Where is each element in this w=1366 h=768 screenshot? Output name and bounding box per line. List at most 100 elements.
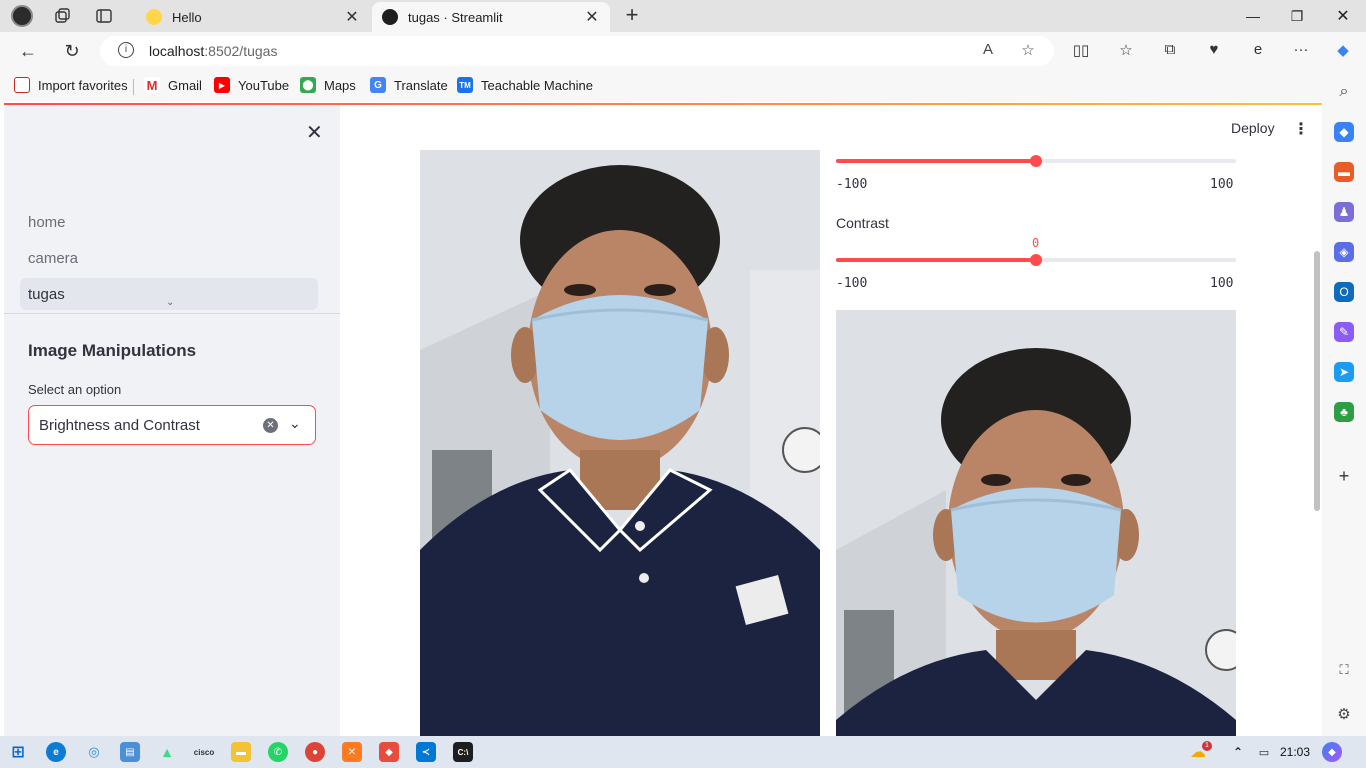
streamlit-sidebar: ✕ home camera tugas ⌄ Image Manipulation… — [4, 105, 340, 736]
close-sidebar-icon[interactable]: ✕ — [306, 120, 323, 145]
close-window-icon[interactable]: ✕ — [1320, 0, 1366, 32]
clear-selection-icon[interactable]: ✕ — [263, 418, 278, 433]
games-icon[interactable]: ♟ — [1334, 202, 1354, 222]
teachable-machine-icon: TM — [457, 77, 473, 93]
url-path: :8502/tugas — [204, 43, 278, 59]
tab-tugas[interactable]: tugas · Streamlit ✕ — [372, 2, 610, 32]
bookmark-label: YouTube — [238, 77, 290, 93]
main-menu-icon[interactable]: ⋮ — [1293, 119, 1309, 139]
expand-nav-chevron-icon[interactable]: ⌄ — [166, 297, 174, 308]
xampp-icon[interactable]: ✕ — [342, 742, 362, 762]
windows-taskbar: ⊞ e ◎ ▤ ▲ cisco ▬ ✆ ● ✕ ◆ ≺ C:\ ☁ 1 ⌃ ▭ … — [0, 736, 1366, 768]
restore-icon[interactable]: ❐ — [1274, 0, 1320, 32]
clock-time[interactable]: 21:03 — [1280, 745, 1310, 759]
browser-essentials-icon[interactable]: ♥ — [1203, 41, 1225, 61]
slider-min-label: -100 — [836, 177, 868, 192]
page-scrollbar[interactable] — [1314, 251, 1320, 511]
bookmark-label: Gmail — [168, 77, 202, 93]
bookmark-teachable-machine[interactable]: TM Teachable Machine — [457, 77, 593, 93]
favorite-star-icon[interactable]: ☆ — [1018, 41, 1038, 61]
android-studio-icon[interactable]: ▲ — [157, 742, 177, 762]
nav-label: tugas — [28, 285, 65, 303]
split-screen-icon[interactable]: ▯▯ — [1070, 41, 1092, 61]
add-sidebar-app-icon[interactable]: + — [1334, 466, 1354, 486]
terminal-icon[interactable]: C:\ — [453, 742, 473, 762]
favorites-icon[interactable]: ☆ — [1115, 41, 1137, 61]
address-bar[interactable]: i localhost:8502/tugas A ☆ — [100, 36, 1054, 66]
profile-avatar-icon[interactable] — [10, 4, 34, 28]
edge-taskbar-icon[interactable]: e — [46, 742, 66, 762]
vscode-icon[interactable]: ≺ — [416, 742, 436, 762]
bookmark-import-favorites[interactable]: Import favorites — [14, 77, 128, 93]
battery-icon[interactable]: ▭ — [1254, 742, 1274, 762]
url-text[interactable]: localhost:8502/tugas — [149, 43, 277, 59]
bookmark-youtube[interactable]: ▶ YouTube — [214, 77, 289, 93]
search-icon[interactable]: ⌕ — [1334, 82, 1354, 102]
tree-icon[interactable]: ♣ — [1334, 402, 1354, 422]
nav-label: camera — [28, 249, 79, 267]
slider-thumb[interactable] — [1030, 155, 1042, 167]
slider-fill — [836, 258, 1036, 262]
bookmark-separator — [133, 79, 134, 95]
edge-bar-icon[interactable]: e — [1247, 41, 1269, 61]
url-host: localhost — [149, 43, 205, 59]
copilot-taskbar-icon[interactable]: ◆ — [1322, 742, 1342, 762]
workspaces-icon[interactable] — [50, 4, 74, 28]
collections-icon[interactable]: ⧉ — [1159, 41, 1181, 61]
refresh-icon[interactable]: ↻ — [60, 39, 84, 63]
microsoft365-icon[interactable]: ◈ — [1334, 242, 1354, 262]
designer-icon[interactable]: ✎ — [1334, 322, 1354, 342]
bookmark-translate[interactable]: G Translate — [370, 77, 448, 93]
youtube-icon: ▶ — [214, 77, 230, 93]
deploy-button[interactable]: Deploy — [1231, 120, 1275, 136]
close-tab-icon[interactable]: ✕ — [584, 7, 600, 27]
shopping-tag-icon[interactable]: ◆ — [1334, 122, 1354, 142]
tab-hello[interactable]: Hello ✕ — [136, 2, 370, 32]
bookmark-maps[interactable]: ⬤ Maps — [300, 77, 356, 93]
close-tab-icon[interactable]: ✕ — [344, 7, 360, 27]
bookmarks-bar: Import favorites M Gmail ▶ YouTube ⬤ Map… — [0, 70, 1366, 102]
sidebar-divider — [4, 313, 340, 314]
bookmark-label: Import favorites — [38, 77, 128, 93]
tab-actions-icon[interactable] — [92, 4, 116, 28]
chevron-down-icon[interactable]: ⌄ — [289, 415, 301, 432]
nav-label: home — [28, 213, 66, 231]
option-select[interactable]: Brightness and Contrast ✕ ⌄ — [28, 405, 316, 445]
browser-tabbar: Hello ✕ tugas · Streamlit ✕ + — ❐ ✕ — [0, 0, 1366, 32]
settings-gear-icon[interactable]: ⚙ — [1334, 704, 1354, 724]
app-eye-icon[interactable]: ◎ — [84, 742, 104, 762]
slider-thumb[interactable] — [1030, 254, 1042, 266]
gmail-icon: M — [144, 77, 160, 93]
back-icon[interactable]: ← — [16, 39, 40, 63]
file-explorer-icon[interactable]: ▬ — [231, 742, 251, 762]
streamlit-logo-icon — [382, 9, 398, 25]
windows-start-icon[interactable]: ⊞ — [8, 742, 28, 762]
contrast-slider[interactable] — [836, 254, 1236, 266]
maps-icon: ⬤ — [300, 77, 316, 93]
sidebar-nav-camera[interactable]: camera — [20, 242, 318, 274]
sidebar-heading: Image Manipulations — [28, 341, 197, 360]
screenshot-icon[interactable]: ⛶ — [1334, 660, 1354, 680]
weather-badge: 1 — [1202, 741, 1212, 751]
bookmark-gmail[interactable]: M Gmail — [144, 77, 202, 93]
minimize-icon[interactable]: — — [1230, 0, 1276, 32]
new-tab-icon[interactable]: + — [620, 4, 644, 28]
bookmark-label: Teachable Machine — [481, 77, 594, 93]
brightness-slider[interactable] — [836, 155, 1236, 167]
chrome-icon[interactable]: ● — [305, 742, 325, 762]
tools-icon[interactable]: ▬ — [1334, 162, 1354, 182]
show-hidden-icons-icon[interactable]: ⌃ — [1228, 742, 1248, 762]
browser-toolbar: ← ↻ i localhost:8502/tugas A ☆ ▯▯ ☆ ⧉ ♥ … — [0, 32, 1366, 70]
telegram-icon[interactable]: ➤ — [1334, 362, 1354, 382]
outlook-icon[interactable]: O — [1334, 282, 1354, 302]
notepad-icon[interactable]: ▤ — [120, 742, 140, 762]
whatsapp-icon[interactable]: ✆ — [268, 742, 288, 762]
streamlit-page: ✕ home camera tugas ⌄ Image Manipulation… — [4, 103, 1322, 736]
read-aloud-icon[interactable]: A — [978, 41, 998, 61]
sidebar-nav-home[interactable]: home — [20, 206, 318, 238]
site-info-icon[interactable]: i — [118, 42, 134, 58]
copilot-icon[interactable]: ◆ — [1332, 41, 1354, 61]
app-red-icon[interactable]: ◆ — [379, 742, 399, 762]
cisco-icon[interactable]: cisco — [194, 742, 214, 762]
more-options-icon[interactable]: ··· — [1290, 41, 1312, 61]
